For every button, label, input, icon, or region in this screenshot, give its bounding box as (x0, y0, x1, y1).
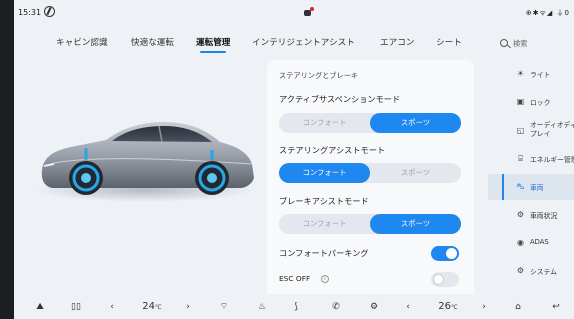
sidebar-item-label: 車両 (530, 184, 544, 192)
back-icon[interactable]: ↩ (548, 300, 564, 314)
sidebar-item-label: ライト (530, 71, 551, 79)
right-temperature[interactable]: 26℃ (434, 300, 462, 314)
steering-comfort-option[interactable]: コンフォート (279, 163, 370, 183)
esc-off-toggle[interactable] (431, 272, 459, 287)
search-icon (500, 39, 508, 47)
home-icon[interactable]: ⌂ (510, 300, 526, 314)
sidebar-item-energy[interactable]: ⌸ エネルギー管理 (488, 146, 574, 172)
defrost-front-icon[interactable]: ♨ (254, 300, 270, 314)
steering-wheel-icon (44, 6, 55, 17)
sidebar-item-label: 車両状況 (530, 212, 558, 220)
vehicle-status-icon: ⚙ (516, 210, 525, 219)
seat-icon[interactable]: ⟆ (288, 300, 304, 314)
sidebar-item-adas[interactable]: ◉ ADAS (488, 230, 574, 256)
left-temperature[interactable]: 24℃ (138, 300, 166, 314)
sidebar-item-vehicle-status[interactable]: ⚙ 車両状況 (488, 202, 574, 228)
esc-off-label: ESC OFF (279, 274, 311, 283)
energy-icon: ⌸ (518, 154, 523, 163)
status-indicators: ⊕✱ᯤ◢ ⏚0 (525, 9, 570, 17)
active-item-indicator (502, 174, 504, 200)
display-icon: ◱ (516, 126, 525, 135)
settings-gear-icon[interactable]: ⚙ (366, 300, 382, 314)
adas-icon: ◉ (517, 238, 524, 247)
tab-comfortable-driving[interactable]: 快適な運転 (131, 36, 174, 48)
left-temp-down-button[interactable]: ‹ (106, 300, 118, 314)
sidebar-item-vehicle[interactable]: ⛍ 車両 (488, 174, 574, 200)
sidebar-item-label: ADAS (530, 238, 549, 246)
car-icon: ⛍ (516, 182, 525, 191)
tab-seat[interactable]: シート (436, 36, 462, 48)
bottom-control-bar: ⛰ ▯▯ ‹ 24℃ › ⌔ ♨ ⟆ ✆ ⚙ ‹ 26℃ › ⌂ ↩ (14, 294, 574, 319)
tab-air-conditioner[interactable]: エアコン (380, 36, 414, 48)
right-temp-down-button[interactable]: ‹ (402, 300, 414, 314)
sidebar-item-label: オーディオディス プレイ (530, 121, 574, 138)
steering-brake-panel: ステアリングとブレーキ アクティブサスペンションモード コンフォート スポーツ … (267, 60, 474, 300)
screen: 15:31 ⊕✱ᯤ◢ ⏚0 キャビン認識 快適な運転 運転管理 インテリジェント… (14, 0, 574, 319)
car-fan-icon[interactable]: ⌔ (214, 300, 234, 314)
right-temp-up-button[interactable]: › (478, 300, 490, 314)
lock-icon: ▣ (516, 97, 525, 106)
comfort-parking-toggle[interactable] (431, 246, 459, 261)
system-icon: ⚙ (516, 266, 525, 275)
search-input[interactable]: 検索 (498, 36, 564, 53)
sidebar-item-label: エネルギー管理 (530, 156, 574, 164)
section-title: ステアリングとブレーキ (279, 71, 359, 80)
sidebar-item-lock[interactable]: ▣ ロック (488, 89, 574, 115)
sidebar-item-light[interactable]: ☀ ライト (488, 61, 574, 87)
left-temp-up-button[interactable]: › (182, 300, 194, 314)
brake-comfort-option[interactable]: コンフォート (279, 214, 370, 234)
tab-cabin-recognition[interactable]: キャビン認識 (56, 36, 108, 48)
car-image (34, 122, 254, 202)
car-illustration (14, 60, 269, 290)
steering-sport-option[interactable]: スポーツ (370, 163, 461, 183)
suspension-sport-option[interactable]: スポーツ (370, 113, 461, 133)
suspension-comfort-option[interactable]: コンフォート (279, 113, 370, 133)
home-car-icon[interactable]: ⛰ (32, 300, 48, 314)
brake-assist-selector: コンフォート スポーツ (279, 214, 461, 234)
status-bar: 15:31 ⊕✱ᯤ◢ ⏚0 (14, 0, 574, 26)
phone-icon[interactable]: ✆ (328, 300, 344, 314)
active-tab-indicator (200, 51, 226, 53)
brake-assist-label: ブレーキアシストモード (279, 196, 369, 206)
sidebar-item-label: ロック (530, 99, 551, 107)
suspension-mode-label: アクティブサスペンションモード (279, 94, 401, 104)
tab-driving-management[interactable]: 運転管理 (196, 36, 230, 48)
steering-assist-selector: コンフォート スポーツ (279, 163, 461, 183)
sidebar-item-audio-display[interactable]: ◱ オーディオディス プレイ (488, 118, 574, 144)
status-time: 15:31 (18, 8, 42, 17)
brake-sport-option[interactable]: スポーツ (370, 214, 461, 234)
steering-assist-label: ステアリングアシストモート (279, 145, 386, 155)
seat-heater-icon[interactable]: ▯▯ (68, 300, 84, 314)
sidebar-item-label: システム (530, 268, 557, 276)
settings-sidebar: 検索 ☀ ライト ▣ ロック ◱ オーディオディス プレイ ⌸ エネルギー管理 … (488, 26, 574, 294)
settings-tabs: キャビン認識 快適な運転 運転管理 インテリジェントアシスト エアコン シート (14, 26, 484, 58)
sun-icon: ☀ (516, 69, 525, 78)
info-icon[interactable]: i (321, 275, 329, 283)
tab-intelligent-assist[interactable]: インテリジェントアシスト (252, 36, 355, 48)
search-placeholder: 検索 (513, 39, 528, 48)
comfort-parking-label: コンフォートパーキング (279, 248, 369, 258)
suspension-mode-selector: コンフォート スポーツ (279, 113, 461, 133)
camera-recording-icon (304, 7, 314, 17)
sidebar-item-system[interactable]: ⚙ システム (488, 258, 574, 284)
